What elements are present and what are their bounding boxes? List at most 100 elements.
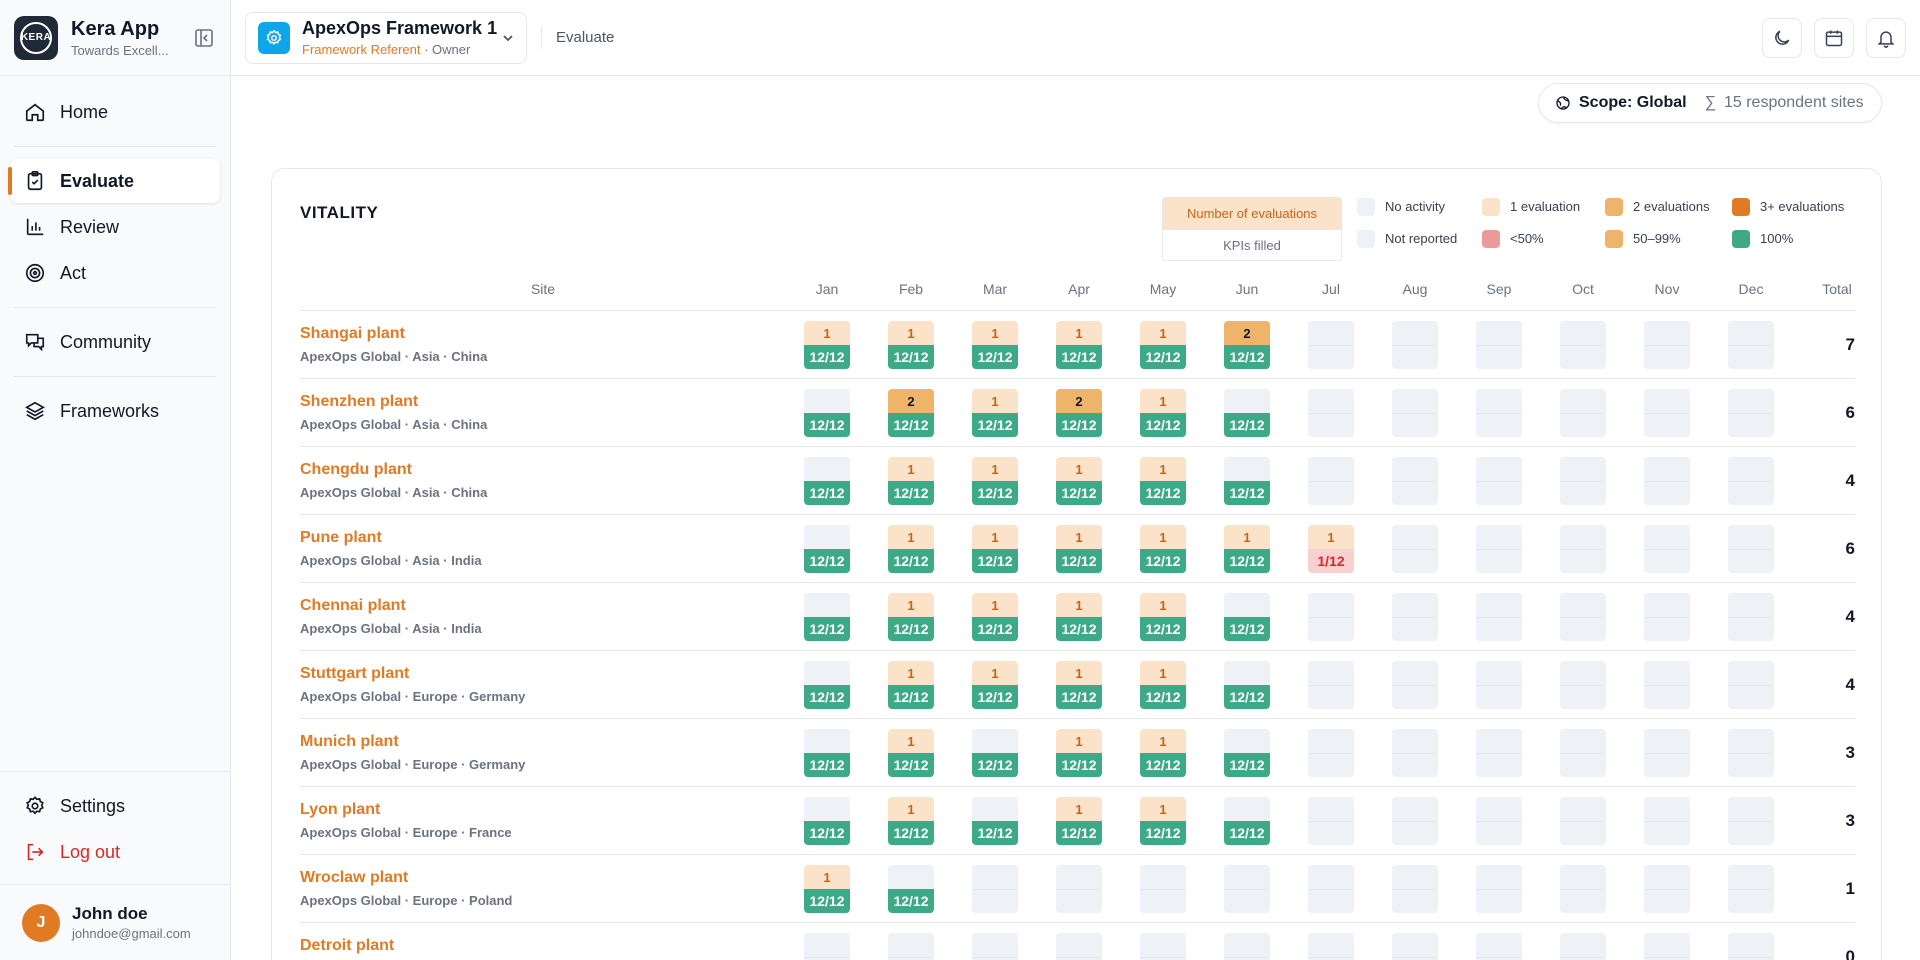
nav-act[interactable]: Act [10,251,220,295]
month-cell[interactable]: 1 12/12 [1140,593,1186,641]
month-cell[interactable] [1728,457,1774,505]
month-cell[interactable]: 12/12 [1224,457,1270,505]
month-cell[interactable]: 12/12 [804,457,850,505]
month-cell[interactable] [1644,389,1690,437]
month-cell[interactable] [1476,525,1522,573]
month-cell[interactable] [1728,593,1774,641]
table-row[interactable]: Chengdu plant ApexOps Global · Asia · Chi… [300,447,1855,515]
nav-evaluate[interactable]: Evaluate [8,159,220,203]
month-cell[interactable]: 1 12/12 [888,797,934,845]
month-cell[interactable] [1644,525,1690,573]
month-cell[interactable] [1560,525,1606,573]
nav-settings[interactable]: Settings [10,784,220,828]
month-cell[interactable] [1476,797,1522,845]
month-cell[interactable] [1644,321,1690,369]
scope-filter[interactable]: Scope: Global ∑ 15 respondent sites [1538,83,1882,123]
month-cell[interactable] [1308,593,1354,641]
site-name-link[interactable]: Wroclaw plant [300,869,408,887]
month-cell[interactable]: 1 12/12 [888,321,934,369]
month-cell[interactable] [1728,797,1774,845]
site-name-link[interactable]: Munich plant [300,733,399,751]
collapse-sidebar-icon[interactable] [192,26,216,50]
nav-community[interactable]: Community [10,320,220,364]
month-cell[interactable] [1392,729,1438,777]
month-cell[interactable] [1728,389,1774,437]
month-cell[interactable] [1392,593,1438,641]
table-row[interactable]: Shenzhen plant ApexOps Global · Asia · Ch… [300,379,1855,447]
month-cell[interactable] [1476,661,1522,709]
month-cell[interactable] [1392,865,1438,913]
month-cell[interactable]: 1 12/12 [1056,457,1102,505]
month-cell[interactable]: 12/12 [1224,389,1270,437]
table-row[interactable]: Lyon plant ApexOps Global · Europe · Fran… [300,787,1855,855]
month-cell[interactable] [1728,321,1774,369]
month-cell[interactable]: 12/12 [804,525,850,573]
framework-selector[interactable]: ApexOps Framework 1 Framework Referent ·… [245,11,527,64]
month-cell[interactable] [1224,865,1270,913]
month-cell[interactable] [1392,525,1438,573]
month-cell[interactable] [1392,457,1438,505]
month-cell[interactable] [1560,389,1606,437]
month-cell[interactable] [1140,865,1186,913]
month-cell[interactable]: 1 12/12 [972,389,1018,437]
month-cell[interactable]: 1 12/12 [1140,321,1186,369]
month-cell[interactable] [1392,321,1438,369]
table-row[interactable]: Detroit plant 0 [300,923,1855,960]
month-cell[interactable]: 2 12/12 [1056,389,1102,437]
month-cell[interactable] [1308,321,1354,369]
site-name-link[interactable]: Detroit plant [300,937,394,955]
month-cell[interactable]: 12/12 [804,661,850,709]
month-cell[interactable] [1308,389,1354,437]
month-cell[interactable] [1728,865,1774,913]
month-cell[interactable]: 1 12/12 [804,321,850,369]
month-cell[interactable]: 1 12/12 [972,525,1018,573]
month-cell[interactable]: 12/12 [1224,729,1270,777]
nav-review[interactable]: Review [10,205,220,249]
month-cell[interactable] [1392,389,1438,437]
month-cell[interactable]: 1 12/12 [1056,729,1102,777]
month-cell[interactable]: 1 12/12 [1140,389,1186,437]
month-cell[interactable]: 1 12/12 [1140,661,1186,709]
month-cell[interactable]: 12/12 [804,593,850,641]
month-cell[interactable] [1476,933,1522,960]
table-row[interactable]: Munich plant ApexOps Global · Europe · Ge… [300,719,1855,787]
month-cell[interactable] [888,933,934,960]
month-cell[interactable]: 12/12 [972,797,1018,845]
month-cell[interactable]: 1 12/12 [972,661,1018,709]
month-cell[interactable] [972,865,1018,913]
month-cell[interactable]: 2 12/12 [1224,321,1270,369]
month-cell[interactable] [1476,593,1522,641]
month-cell[interactable] [1308,865,1354,913]
site-name-link[interactable]: Stuttgart plant [300,665,409,683]
col-month[interactable]: Sep [1487,281,1512,297]
col-month[interactable]: May [1150,281,1176,297]
col-month[interactable]: Jan [816,281,839,297]
nav-frameworks[interactable]: Frameworks [10,389,220,433]
month-cell[interactable] [1308,661,1354,709]
table-row[interactable]: Shangai plant ApexOps Global · Asia · Chi… [300,311,1855,379]
month-cell[interactable] [1476,321,1522,369]
month-cell[interactable]: 1 1/12 [1308,525,1354,573]
month-cell[interactable]: 12/12 [888,865,934,913]
month-cell[interactable] [1644,661,1690,709]
site-name-link[interactable]: Chennai plant [300,597,406,615]
month-cell[interactable]: 1 12/12 [972,593,1018,641]
breadcrumb[interactable]: Evaluate [556,29,614,46]
calendar-button[interactable] [1814,17,1854,58]
month-cell[interactable]: 2 12/12 [888,389,934,437]
col-month[interactable]: Mar [983,281,1007,297]
month-cell[interactable] [1560,457,1606,505]
month-cell[interactable] [1476,865,1522,913]
month-cell[interactable] [1308,729,1354,777]
dark-mode-button[interactable] [1762,17,1802,58]
month-cell[interactable] [1644,729,1690,777]
month-cell[interactable]: 12/12 [1224,797,1270,845]
month-cell[interactable] [1056,933,1102,960]
table-row[interactable]: Pune plant ApexOps Global · Asia · India 1… [300,515,1855,583]
month-cell[interactable] [1392,797,1438,845]
col-total[interactable]: Total [1822,281,1852,297]
month-cell[interactable] [1644,797,1690,845]
month-cell[interactable]: 12/12 [804,389,850,437]
month-cell[interactable] [1644,933,1690,960]
month-cell[interactable] [1308,933,1354,960]
